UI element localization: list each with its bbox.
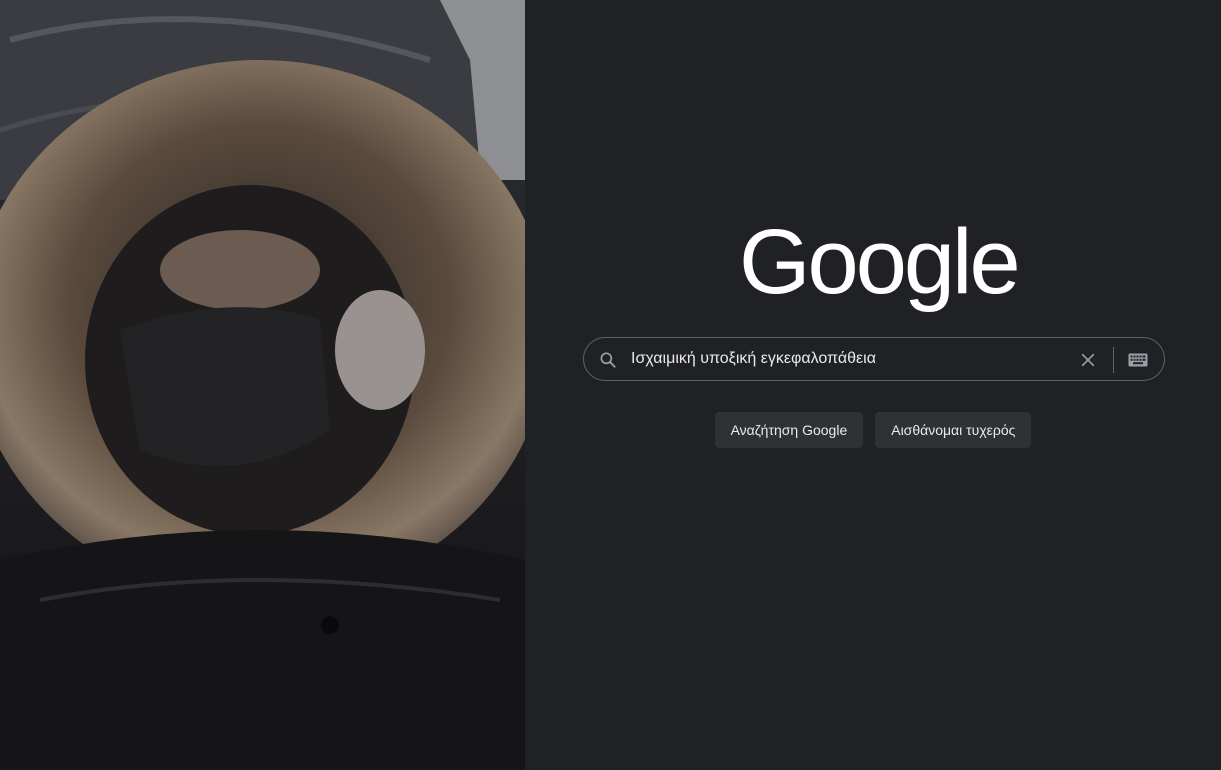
hooded-person-photo (0, 0, 525, 770)
search-divider (1113, 347, 1114, 373)
google-logo: Google (739, 211, 1021, 313)
close-icon[interactable] (1078, 350, 1098, 370)
search-buttons: Αναζήτηση Google Αισθάνομαι τυχερός (525, 412, 1221, 448)
background-photo (0, 0, 525, 770)
main-content: Google Ισχαιμική υποξική εγκεφαλοπάθεια (525, 0, 1221, 770)
search-box[interactable]: Ισχαιμική υποξική εγκεφαλοπάθεια (583, 337, 1165, 381)
search-icon (598, 350, 618, 370)
keyboard-icon[interactable] (1128, 353, 1148, 367)
feeling-lucky-button[interactable]: Αισθάνομαι τυχερός (875, 412, 1032, 448)
search-input[interactable]: Ισχαιμική υποξική εγκεφαλοπάθεια (631, 338, 1071, 380)
google-search-button[interactable]: Αναζήτηση Google (714, 412, 864, 448)
